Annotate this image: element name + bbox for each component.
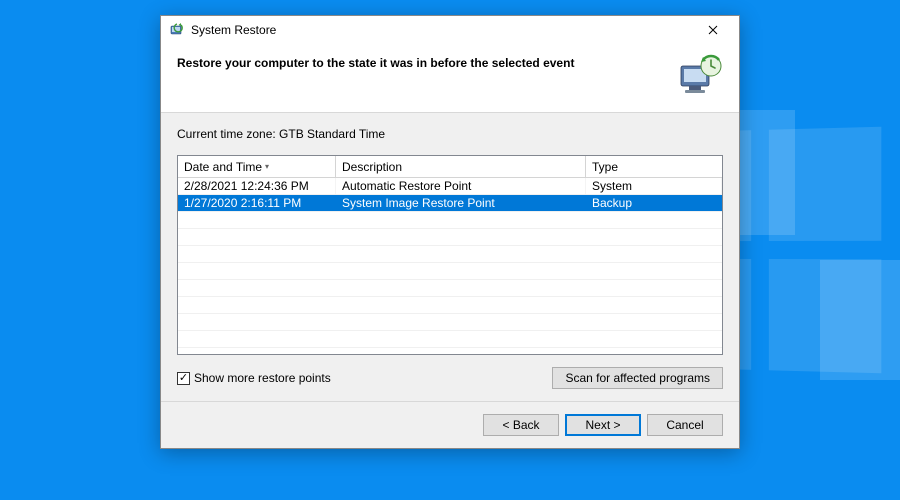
cell-type: System (586, 178, 722, 194)
timezone-label: Current time zone: GTB Standard Time (177, 127, 723, 141)
close-icon (708, 25, 718, 35)
system-restore-dialog: System Restore Restore your computer to … (160, 15, 740, 449)
cell-description: Automatic Restore Point (336, 178, 586, 194)
column-header-type[interactable]: Type (586, 156, 722, 177)
scan-affected-button[interactable]: Scan for affected programs (552, 367, 723, 389)
title-bar: System Restore (161, 16, 739, 44)
empty-row (178, 246, 722, 263)
below-table-controls: ✓ Show more restore points Scan for affe… (177, 355, 723, 389)
header-heading: Restore your computer to the state it wa… (177, 54, 663, 70)
empty-row (178, 314, 722, 331)
empty-row (178, 263, 722, 280)
show-more-label: Show more restore points (194, 371, 331, 385)
column-header-date-label: Date and Time (184, 160, 262, 174)
column-header-description-label: Description (342, 160, 402, 174)
column-header-date[interactable]: Date and Time ▾ (178, 156, 336, 177)
empty-row (178, 229, 722, 246)
cancel-button[interactable]: Cancel (647, 414, 723, 436)
show-more-checkbox[interactable]: ✓ Show more restore points (177, 371, 331, 385)
dialog-header: Restore your computer to the state it wa… (161, 44, 739, 112)
table-row[interactable]: 2/28/2021 12:24:36 PM Automatic Restore … (178, 178, 722, 195)
table-header: Date and Time ▾ Description Type (178, 156, 722, 178)
table-body: 2/28/2021 12:24:36 PM Automatic Restore … (178, 178, 722, 348)
empty-row (178, 331, 722, 348)
close-button[interactable] (693, 18, 733, 42)
cell-date: 1/27/2020 2:16:11 PM (178, 195, 336, 211)
dialog-content: Current time zone: GTB Standard Time Dat… (161, 112, 739, 401)
sort-descending-icon: ▾ (265, 163, 269, 171)
cell-date: 2/28/2021 12:24:36 PM (178, 178, 336, 194)
table-row[interactable]: 1/27/2020 2:16:11 PM System Image Restor… (178, 195, 722, 212)
empty-row (178, 280, 722, 297)
cell-description: System Image Restore Point (336, 195, 586, 211)
next-button[interactable]: Next > (565, 414, 641, 436)
empty-row (178, 212, 722, 229)
restore-points-table: Date and Time ▾ Description Type 2/28/20… (177, 155, 723, 355)
window-title: System Restore (191, 23, 693, 37)
empty-row (178, 297, 722, 314)
restore-hero-icon (675, 54, 723, 98)
system-restore-icon (169, 22, 185, 38)
column-header-type-label: Type (592, 160, 618, 174)
checkbox-icon: ✓ (177, 372, 190, 385)
column-header-description[interactable]: Description (336, 156, 586, 177)
dialog-footer: < Back Next > Cancel (161, 401, 739, 448)
cell-type: Backup (586, 195, 722, 211)
back-button[interactable]: < Back (483, 414, 559, 436)
